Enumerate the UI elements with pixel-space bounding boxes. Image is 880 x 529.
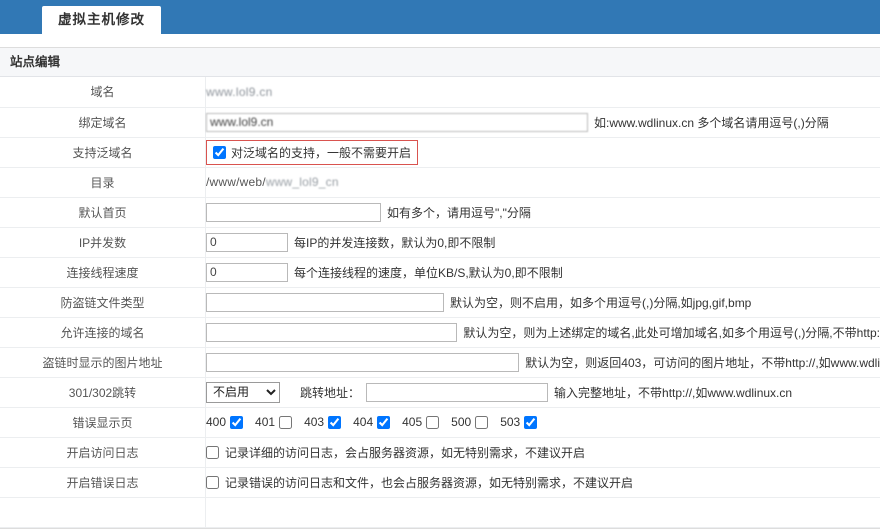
form-row-wildcard-domain: 支持泛域名 对泛域名的支持，一般不需要开启 [0,137,880,167]
thread-speed-hint: 每个连接线程的速度，单位KB/S,默认为0,即不限制 [294,264,563,281]
access-log-checkbox[interactable] [206,446,219,459]
tab-bar-underline [0,34,880,37]
access-log-text: 记录详细的访问日志，会占服务器资源，如无特别需求，不建议开启 [225,444,585,461]
thread-speed-input[interactable] [206,263,288,282]
value-bind-domain: 如:www.wdlinux.cn 多个域名请用逗号(,)分隔 [206,107,880,137]
label-default-index: 默认首页 [0,197,206,227]
error-code-405-checkbox[interactable] [426,416,439,429]
site-edit-panel: 站点编辑 域名 www.lol9.cn 绑定域名 如:www.wdlinux.c… [0,47,880,529]
value-next-partial [206,497,880,527]
form-row-error-log: 开启错误日志 记录错误的访问日志和文件，也会占服务器资源，如无特别需求，不建议开… [0,467,880,497]
error-code-401-label: 401 [255,415,275,429]
site-edit-form: 域名 www.lol9.cn 绑定域名 如:www.wdlinux.cn 多个域… [0,77,880,528]
allowed-domains-hint: 默认为空，则为上述绑定的域名,此处可增加域名,如多个用逗号(,)分隔,不带htt… [463,324,880,341]
value-ip-concurrency: 每IP的并发连接数，默认为0,即不限制 [206,227,880,257]
label-next-partial [0,497,206,527]
form-row-default-index: 默认首页 如有多个，请用逗号","分隔 [0,197,880,227]
value-access-log: 记录详细的访问日志，会占服务器资源，如无特别需求，不建议开启 [206,437,880,467]
value-error-log: 记录错误的访问日志和文件，也会占服务器资源，如无特别需求，不建议开启 [206,467,880,497]
label-directory: 目录 [0,167,206,197]
directory-path-prefix: /www/web/ [206,175,266,189]
bind-domain-input[interactable] [206,113,588,132]
label-bind-domain: 绑定域名 [0,107,206,137]
error-code-405-label: 405 [402,415,422,429]
form-row-ip-concurrency: IP并发数 每IP的并发连接数，默认为0,即不限制 [0,227,880,257]
form-row-bind-domain: 绑定域名 如:www.wdlinux.cn 多个域名请用逗号(,)分隔 [0,107,880,137]
error-code-400-label: 400 [206,415,226,429]
value-default-index: 如有多个，请用逗号","分隔 [206,197,880,227]
error-code-400-checkbox[interactable] [230,416,243,429]
redirect-hint: 输入完整地址，不带http://,如www.wdlinux.cn [554,384,792,401]
directory-path-suffix: www_lol9_cn [266,175,339,189]
error-code-503-label: 503 [500,415,520,429]
redirect-target-input[interactable] [366,383,548,402]
value-redirect: 不启用 301 302 跳转地址： 输入完整地址，不带http://,如www.… [206,377,880,407]
hotlink-image-hint: 默认为空，则返回403，可访问的图片地址，不带http://,如www.wdli [525,354,880,371]
value-error-pages: 400 401 403 404 405 500 503 [206,407,880,437]
label-ip-concurrency: IP并发数 [0,227,206,257]
directory-path: /www/web/www_lol9_cn [206,175,339,189]
label-error-pages: 错误显示页 [0,407,206,437]
wildcard-domain-text: 对泛域名的支持，一般不需要开启 [231,144,411,161]
domain-value-text: www.lol9.cn [206,85,273,99]
form-row-error-pages: 错误显示页 400 401 403 404 405 500 [0,407,880,437]
error-code-404-label: 404 [353,415,373,429]
form-row-domain: 域名 www.lol9.cn [0,77,880,107]
label-allowed-domains: 允许连接的域名 [0,317,206,347]
label-thread-speed: 连接线程速度 [0,257,206,287]
top-tab-bar: 虚拟主机修改 [0,0,880,34]
wildcard-domain-checkbox[interactable] [213,146,226,159]
hotlink-filetypes-hint: 默认为空，则不启用，如多个用逗号(,)分隔,如jpg,gif,bmp [450,294,751,311]
error-code-403-checkbox[interactable] [328,416,341,429]
wildcard-highlight-box: 对泛域名的支持，一般不需要开启 [206,140,418,165]
form-row-hotlink-image: 盗链时显示的图片地址 默认为空，则返回403，可访问的图片地址，不带http:/… [0,347,880,377]
label-access-log: 开启访问日志 [0,437,206,467]
ip-concurrency-input[interactable] [206,233,288,252]
label-hotlink-filetypes: 防盗链文件类型 [0,287,206,317]
value-hotlink-filetypes: 默认为空，则不启用，如多个用逗号(,)分隔,如jpg,gif,bmp [206,287,880,317]
panel-header-title: 站点编辑 [0,48,880,77]
redirect-target-label: 跳转地址： [300,384,360,401]
bind-domain-hint: 如:www.wdlinux.cn 多个域名请用逗号(,)分隔 [594,114,829,131]
form-row-hotlink-filetypes: 防盗链文件类型 默认为空，则不启用，如多个用逗号(,)分隔,如jpg,gif,b… [0,287,880,317]
error-log-text: 记录错误的访问日志和文件，也会占服务器资源，如无特别需求，不建议开启 [225,474,633,491]
form-row-redirect: 301/302跳转 不启用 301 302 跳转地址： 输入完整地址，不带htt… [0,377,880,407]
label-hotlink-image: 盗链时显示的图片地址 [0,347,206,377]
label-domain: 域名 [0,77,206,107]
value-wildcard-domain: 对泛域名的支持，一般不需要开启 [206,137,880,167]
error-code-503-checkbox[interactable] [524,416,537,429]
hotlink-filetypes-input[interactable] [206,293,444,312]
error-code-401-checkbox[interactable] [279,416,292,429]
tab-bar-right-area [161,0,880,34]
form-row-directory: 目录 /www/web/www_lol9_cn [0,167,880,197]
tab-virtual-host-edit[interactable]: 虚拟主机修改 [42,6,161,34]
form-row-access-log: 开启访问日志 记录详细的访问日志，会占服务器资源，如无特别需求，不建议开启 [0,437,880,467]
value-allowed-domains: 默认为空，则为上述绑定的域名,此处可增加域名,如多个用逗号(,)分隔,不带htt… [206,317,880,347]
error-code-500-checkbox[interactable] [475,416,488,429]
value-thread-speed: 每个连接线程的速度，单位KB/S,默认为0,即不限制 [206,257,880,287]
value-directory: /www/web/www_lol9_cn [206,167,880,197]
default-index-hint: 如有多个，请用逗号","分隔 [387,204,531,221]
form-row-next-partial [0,497,880,527]
error-code-404-checkbox[interactable] [377,416,390,429]
error-code-403-label: 403 [304,415,324,429]
value-hotlink-image: 默认为空，则返回403，可访问的图片地址，不带http://,如www.wdli [206,347,880,377]
error-log-checkbox[interactable] [206,476,219,489]
form-row-allowed-domains: 允许连接的域名 默认为空，则为上述绑定的域名,此处可增加域名,如多个用逗号(,)… [0,317,880,347]
hotlink-image-input[interactable] [206,353,519,372]
error-code-500-label: 500 [451,415,471,429]
ip-concurrency-hint: 每IP的并发连接数，默认为0,即不限制 [294,234,495,251]
default-index-input[interactable] [206,203,381,222]
error-code-group: 400 401 403 404 405 500 503 [206,415,880,429]
label-error-log: 开启错误日志 [0,467,206,497]
value-domain: www.lol9.cn [206,77,880,107]
tab-bar-left-spacer [0,0,42,34]
form-row-thread-speed: 连接线程速度 每个连接线程的速度，单位KB/S,默认为0,即不限制 [0,257,880,287]
allowed-domains-input[interactable] [206,323,457,342]
label-redirect: 301/302跳转 [0,377,206,407]
label-wildcard-domain: 支持泛域名 [0,137,206,167]
redirect-mode-select[interactable]: 不启用 301 302 [206,382,280,403]
